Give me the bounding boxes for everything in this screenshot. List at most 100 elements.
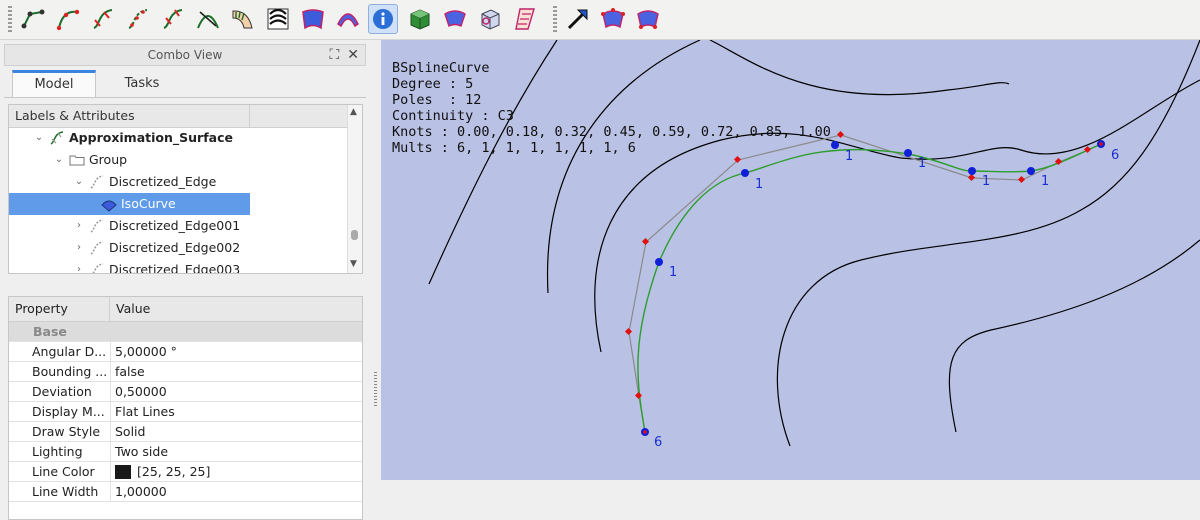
scrollbar-thumb[interactable] xyxy=(351,230,358,240)
column-property: Property xyxy=(9,297,110,321)
expand-arrow-icon[interactable]: ⌄ xyxy=(33,127,45,149)
property-group-base[interactable]: Base xyxy=(9,322,362,342)
property-value[interactable]: Two side xyxy=(111,442,168,461)
knot-marker xyxy=(1027,167,1035,175)
tree-item-group[interactable]: ⌄ Group xyxy=(53,149,127,171)
property-value[interactable]: Solid xyxy=(111,422,145,441)
float-panel-icon[interactable]: ⛶ xyxy=(329,45,339,65)
surface-control-points-icon[interactable] xyxy=(598,4,628,34)
property-row[interactable]: Bounding ... false xyxy=(9,362,362,382)
trim-curve-icon[interactable] xyxy=(193,4,223,34)
combo-view-title: Combo View xyxy=(147,48,223,62)
surface-patch-icon[interactable] xyxy=(440,4,470,34)
iso-line xyxy=(948,239,1200,433)
solid-box-icon[interactable] xyxy=(405,4,435,34)
property-row[interactable]: Display M... Flat Lines xyxy=(9,402,362,422)
knot-mult-label: 1 xyxy=(982,174,990,189)
scroll-up-icon[interactable]: ▲ xyxy=(350,107,357,117)
property-row[interactable]: Deviation 0,50000 xyxy=(9,382,362,402)
knot-marker xyxy=(741,169,749,177)
curve-feature-icon xyxy=(50,131,64,145)
tree-item-discretized-edge002[interactable]: › Discretized_Edge002 xyxy=(73,237,240,259)
property-row[interactable]: Draw Style Solid xyxy=(9,422,362,442)
color-value-text: [25, 25, 25] xyxy=(137,464,211,479)
property-row[interactable]: Angular D... 5,00000 ° xyxy=(9,342,362,362)
tree-item-approximation-surface[interactable]: ⌄ Approximation_Surface xyxy=(33,127,233,149)
info-line: Poles : 12 xyxy=(392,92,482,108)
pole-marker xyxy=(1099,142,1103,146)
tree-scrollbar[interactable]: ▲ ▼ xyxy=(347,105,362,273)
pointer-arrow-icon[interactable] xyxy=(563,4,593,34)
3d-viewport[interactable]: 6 1 1 1 1 1 1 6 BSplineCurve Degree : 5 … xyxy=(381,40,1200,480)
surface-knots-icon[interactable] xyxy=(633,4,663,34)
toolbar-grip[interactable] xyxy=(553,6,557,32)
pole-marker xyxy=(641,237,650,246)
property-value[interactable]: 5,00000 ° xyxy=(111,342,177,361)
tree-header: Labels & Attributes xyxy=(9,105,362,128)
column-value: Value xyxy=(116,301,151,316)
expand-arrow-icon[interactable]: › xyxy=(73,215,85,237)
tree-item-label: Discretized_Edge002 xyxy=(109,240,241,255)
tab-tasks[interactable]: Tasks xyxy=(96,70,188,97)
tree-item-discretized-edge003[interactable]: › Discretized_Edge003 xyxy=(73,259,241,274)
color-swatch[interactable] xyxy=(115,464,131,479)
zebra-shading-icon[interactable] xyxy=(263,4,293,34)
combo-view-titlebar: Combo View ⛶ ✕ xyxy=(4,44,366,66)
polyline-curve-icon[interactable] xyxy=(18,4,48,34)
knot-mult-label: 6 xyxy=(1111,148,1119,163)
property-name: Draw Style xyxy=(9,422,111,441)
knot-mult-label: 6 xyxy=(654,435,662,450)
knot-mult-label: 1 xyxy=(845,149,853,164)
expand-arrow-icon[interactable]: ⌄ xyxy=(73,171,85,193)
expand-arrow-icon[interactable]: ⌄ xyxy=(53,149,65,171)
curve-info-overlay: BSplineCurve Degree : 5 Poles : 12 Conti… xyxy=(392,60,831,156)
tree-item-isocurve[interactable]: IsoCurve xyxy=(9,193,250,215)
model-tree: Labels & Attributes ⌄ Approximation_Surf… xyxy=(8,104,363,274)
property-value[interactable]: Flat Lines xyxy=(111,402,175,421)
discretize-curve-icon xyxy=(92,263,104,273)
property-row[interactable]: Line Width 1,00000 xyxy=(9,482,362,502)
tree-item-label: Discretized_Edge003 xyxy=(109,262,241,274)
tree-item-discretized-edge[interactable]: ⌄ Discretized_Edge xyxy=(73,171,217,193)
toolbar-grip[interactable] xyxy=(8,6,12,32)
info-line: Degree : 5 xyxy=(392,76,474,92)
segment-curve-icon[interactable] xyxy=(158,4,188,34)
expand-arrow-icon[interactable]: › xyxy=(73,237,85,259)
property-row[interactable]: Lighting Two side xyxy=(9,442,362,462)
close-icon[interactable]: ✕ xyxy=(347,45,359,65)
tab-model[interactable]: Model xyxy=(12,70,96,97)
property-name: Display M... xyxy=(9,402,111,421)
approximate-curve-icon[interactable] xyxy=(88,4,118,34)
tree-item-label: Discretized_Edge001 xyxy=(109,218,241,233)
property-value[interactable]: 1,00000 xyxy=(111,482,167,501)
face-cube-icon[interactable] xyxy=(475,4,505,34)
panel-splitter[interactable] xyxy=(370,40,381,480)
tree-header-label: Labels & Attributes xyxy=(9,105,250,127)
tree-item-label: Group xyxy=(89,152,128,167)
property-name: Line Color xyxy=(9,462,111,481)
control-polygon xyxy=(628,134,1102,433)
info-icon[interactable] xyxy=(368,4,398,34)
expand-arrow-icon[interactable]: › xyxy=(73,259,85,273)
discretize-curve-icon xyxy=(90,175,104,189)
ruled-surface-icon[interactable] xyxy=(510,4,540,34)
interpolate-curve-icon[interactable] xyxy=(53,4,83,34)
iso-curve-surface-icon[interactable] xyxy=(333,4,363,34)
nurbs-surface-icon[interactable] xyxy=(298,4,328,34)
pole-marker xyxy=(967,173,976,182)
property-value[interactable]: 0,50000 xyxy=(111,382,167,401)
knot-marker xyxy=(904,149,912,157)
property-value-color[interactable]: [25, 25, 25] xyxy=(111,462,210,481)
property-header: Property Value xyxy=(9,297,362,322)
property-value[interactable]: false xyxy=(111,362,145,381)
info-line: Continuity : C3 xyxy=(392,108,514,124)
knot-marker xyxy=(831,141,839,149)
scroll-down-icon[interactable]: ▼ xyxy=(350,259,357,269)
pole-marker xyxy=(624,327,633,336)
property-name: Bounding ... xyxy=(9,362,111,381)
property-row[interactable]: Line Color [25, 25, 25] xyxy=(9,462,362,482)
tree-item-discretized-edge001[interactable]: › Discretized_Edge001 xyxy=(73,215,240,237)
discretize-curve-icon[interactable] xyxy=(123,4,153,34)
toolbar xyxy=(0,0,1200,40)
sweep-surface-icon[interactable] xyxy=(228,4,258,34)
